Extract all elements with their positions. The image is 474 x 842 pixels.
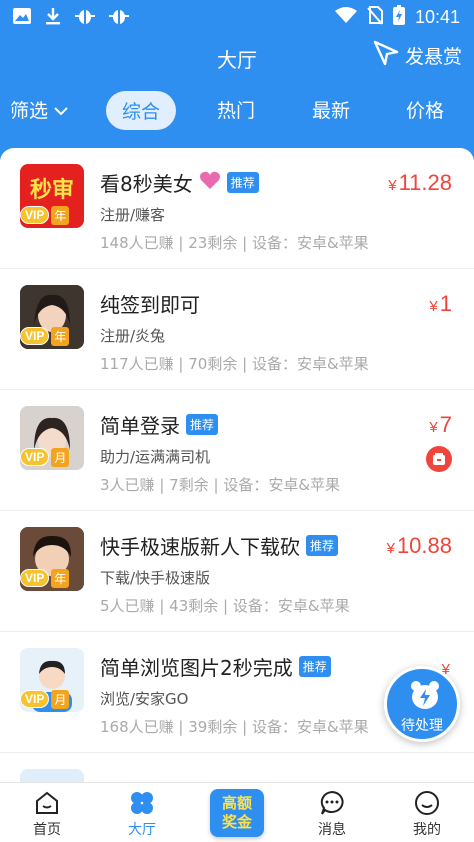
task-price: ¥1 <box>429 291 452 316</box>
list-item[interactable]: VIP 年 纯签到即可 注册/炎兔 117人已赚 | 70剩余 | 设备：安卓&苹… <box>0 269 474 390</box>
task-title: 看8秒美女 推荐 <box>100 168 259 197</box>
task-thumbnail: VIP 月 <box>20 648 84 712</box>
bear-icon <box>409 679 441 715</box>
task-thumbnail: VIP 年 <box>20 285 84 349</box>
nav-profile[interactable]: 我的 <box>397 787 457 839</box>
task-category: 下载/快手极速版 <box>100 569 211 587</box>
task-title: 快手极速版新人下载砍 推荐 <box>100 531 339 560</box>
list-item[interactable]: 秒审 VIP 年 看8秒美女 推荐 注册/赚客 148人已赚 | 23剩余 | 设… <box>0 148 474 269</box>
high-reward-line1: 高额 <box>221 794 252 812</box>
paper-plane-icon <box>373 40 399 71</box>
list-item[interactable]: VIP 月 简单登录 推荐 助力/运满满司机 3人已赚 | 7剩余 | 设备：安卓… <box>0 390 474 511</box>
battery-icon <box>392 5 405 29</box>
pending-button[interactable]: 待处理 <box>384 666 460 742</box>
tab-price[interactable]: 价格 <box>406 96 444 123</box>
no-sim-icon <box>367 5 383 29</box>
red-packet-icon <box>426 446 452 472</box>
recommend-badge: 推荐 <box>306 535 339 556</box>
vip-badge: VIP 月 <box>20 447 84 467</box>
bug-icon <box>108 6 130 30</box>
bug-icon <box>74 6 96 30</box>
task-title: 简单浏览图片2秒完成 推荐 <box>100 652 331 681</box>
home-icon <box>17 787 77 819</box>
task-meta: 5人已赚 | 43剩余 | 设备：安卓&苹果 <box>100 597 350 615</box>
post-bounty-button[interactable]: 发悬赏 <box>373 40 462 71</box>
bottom-nav: 首页 大厅 高额 奖金 消息 我的 <box>0 782 474 842</box>
thumbnail-text: 秒审 <box>29 178 74 203</box>
high-reward-line2: 奖金 <box>221 813 252 831</box>
heart-icon <box>199 170 221 195</box>
clock: 10:41 <box>414 6 460 27</box>
task-category: 助力/运满满司机 <box>100 448 211 466</box>
tab-comprehensive[interactable]: 综合 <box>106 91 177 130</box>
app-header: 大厅 发悬赏 <box>0 34 474 80</box>
vip-badge: VIP 月 <box>20 689 84 709</box>
vip-badge: VIP 年 <box>20 568 84 588</box>
tab-newest[interactable]: 最新 <box>312 96 350 123</box>
task-price: ¥7 <box>429 412 452 437</box>
post-bounty-label: 发悬赏 <box>404 46 462 68</box>
wifi-icon <box>334 6 357 28</box>
task-meta: 117人已赚 | 70剩余 | 设备：安卓&苹果 <box>100 355 369 373</box>
message-icon <box>302 787 362 819</box>
task-meta: 3人已赚 | 7剩余 | 设备：安卓&苹果 <box>100 476 341 494</box>
chevron-down-icon <box>54 99 68 121</box>
vip-badge: VIP 年 <box>20 205 84 225</box>
task-thumbnail: VIP 月 <box>20 406 84 470</box>
high-reward-button[interactable]: 高额 奖金 <box>210 789 264 837</box>
image-icon <box>12 7 32 29</box>
pending-label: 待处理 <box>401 718 443 734</box>
profile-icon <box>397 787 457 819</box>
list-item[interactable] <box>0 753 474 782</box>
recommend-badge: 推荐 <box>186 414 219 435</box>
filter-dropdown[interactable]: 筛选 <box>10 96 68 123</box>
list-item[interactable]: VIP 年 快手极速版新人下载砍 推荐 下载/快手极速版 5人已赚 | 43剩余 … <box>0 511 474 632</box>
nav-home[interactable]: 首页 <box>17 787 77 839</box>
task-thumbnail: 秒审 VIP 年 <box>20 164 84 228</box>
task-meta: 168人已赚 | 39剩余 | 设备：安卓&苹果 <box>100 718 369 736</box>
task-category: 注册/炎兔 <box>100 327 166 345</box>
task-meta: 148人已赚 | 23剩余 | 设备：安卓&苹果 <box>100 234 369 252</box>
task-title: 纯签到即可 <box>100 293 200 317</box>
recommend-badge: 推荐 <box>226 172 259 193</box>
nav-hall[interactable]: 大厅 <box>112 787 172 839</box>
task-title: 简单登录 推荐 <box>100 410 219 439</box>
status-bar: 10:41 <box>0 0 474 34</box>
recommend-badge: 推荐 <box>298 656 331 677</box>
task-thumbnail <box>20 769 84 782</box>
download-icon <box>44 6 62 30</box>
task-category: 浏览/安家GO <box>100 690 189 708</box>
nav-messages[interactable]: 消息 <box>302 787 362 839</box>
task-price: ¥10.88 <box>386 533 452 558</box>
filter-bar: 筛选 综合 热门 最新 价格 <box>0 88 474 132</box>
task-category: 注册/赚客 <box>100 206 166 224</box>
task-price: ¥11.28 <box>388 170 452 195</box>
vip-badge: VIP 年 <box>20 326 84 346</box>
tab-hot[interactable]: 热门 <box>217 96 255 123</box>
task-thumbnail: VIP 年 <box>20 527 84 591</box>
filter-label: 筛选 <box>10 100 49 122</box>
hall-icon <box>112 787 172 819</box>
